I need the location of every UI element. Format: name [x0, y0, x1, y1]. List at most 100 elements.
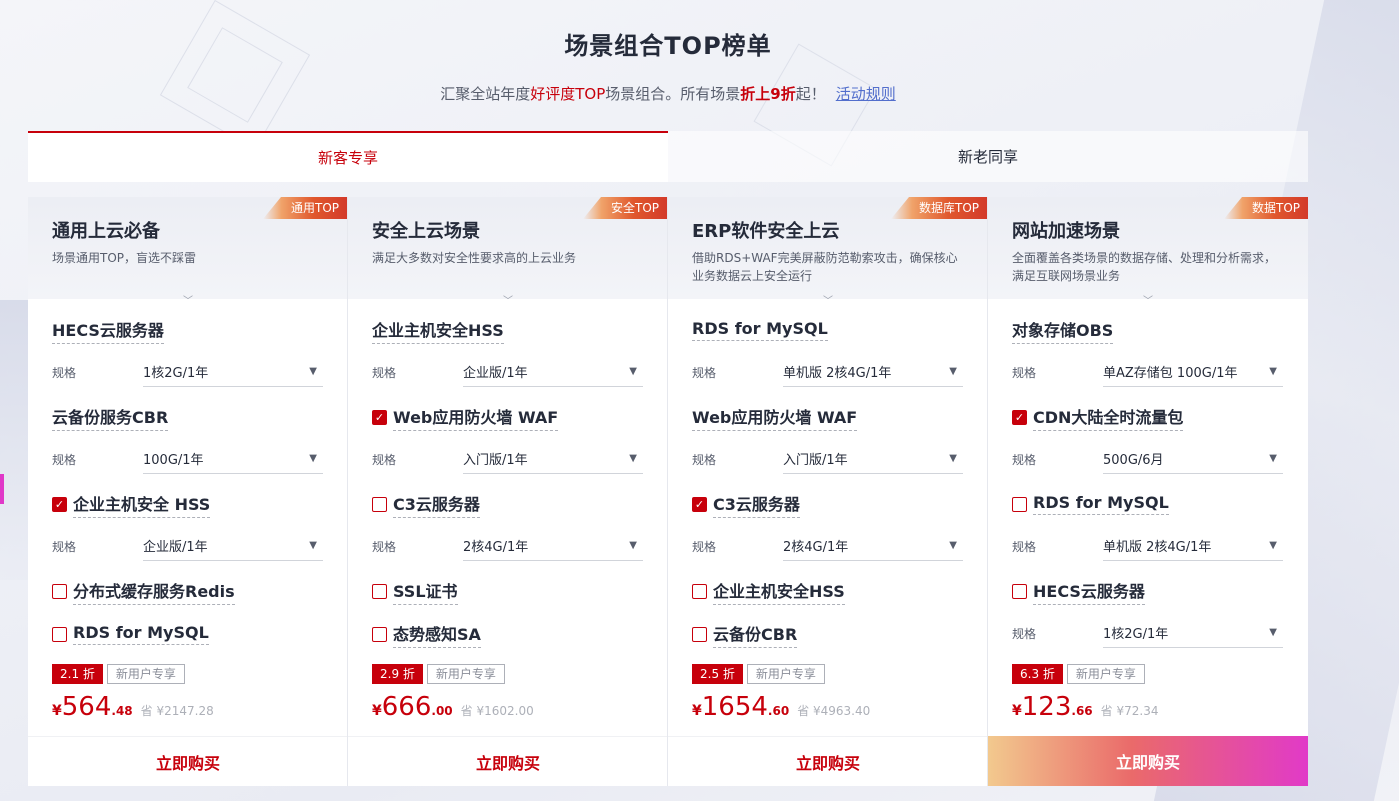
product-item: 企业主机安全HSS: [692, 578, 963, 605]
product-name: 云备份CBR: [713, 621, 798, 648]
customer-tabs: 新客专享 新老同享: [28, 131, 1308, 182]
scenario-card: 数据库TOP ERP软件安全上云 借助RDS+WAF完美屏蔽防范勒索攻击，确保核心业…: [668, 197, 988, 786]
subtitle-text: 汇聚全站年度: [440, 85, 531, 103]
spec-value: 企业版/1年: [143, 540, 208, 555]
spec-select[interactable]: 单AZ存储包 100G/1年 ▼: [1103, 357, 1283, 387]
currency-symbol: ¥: [372, 703, 382, 719]
subtitle-text: 起！: [795, 85, 826, 103]
price-decimal: .66: [1071, 704, 1093, 718]
product-item: HECS云服务器: [52, 317, 323, 344]
card-header: 通用TOP 通用上云必备 场景通用TOP，盲选不踩雷 ﹀: [28, 197, 347, 307]
spec-select[interactable]: 单机版 2核4G/1年 ▼: [1103, 531, 1283, 561]
product-checkbox[interactable]: [52, 626, 67, 642]
buy-now-button[interactable]: 立即购买: [668, 736, 987, 786]
product-item: 态势感知SA: [372, 621, 643, 648]
card-body: 企业主机安全HSS规格企业版/1年▼Web应用防火墙 WAF规格入门版/1年▼C…: [348, 299, 667, 648]
product-name: 对象存储OBS: [1012, 317, 1114, 344]
spec-value: 1核2G/1年: [1103, 627, 1169, 642]
new-user-badge: 新用户专享: [1066, 664, 1145, 684]
spec-select[interactable]: 单机版 2核4G/1年 ▼: [783, 357, 963, 387]
discount-badge: 2.9 折: [372, 664, 423, 684]
subtitle-highlight: 好评度TOP: [530, 85, 606, 103]
product-item: 企业主机安全 HSS: [52, 491, 323, 518]
spec-label: 规格: [372, 365, 397, 380]
product-checkbox[interactable]: [692, 583, 707, 599]
buy-now-button[interactable]: 立即购买: [28, 736, 347, 786]
buy-now-button[interactable]: 立即购买: [988, 736, 1308, 786]
spec-value: 1核2G/1年: [143, 366, 209, 381]
chevron-down-icon: ﹀: [823, 296, 833, 307]
product-name: 云备份服务CBR: [52, 404, 169, 431]
product-checkbox[interactable]: [372, 409, 387, 425]
price: ¥666.00 省 ¥1602.00: [372, 692, 534, 722]
product-checkbox[interactable]: [692, 626, 707, 642]
spec-select[interactable]: 100G/1年 ▼: [143, 444, 323, 474]
price-integer: 564: [61, 692, 112, 722]
product-name: RDS for MySQL: [1033, 493, 1169, 515]
product-name: Web应用防火墙 WAF: [692, 404, 858, 431]
chevron-down-icon: ﹀: [503, 296, 513, 307]
spec-value: 入门版/1年: [463, 453, 528, 468]
product-name: 企业主机安全HSS: [372, 317, 504, 344]
product-checkbox[interactable]: [372, 626, 387, 642]
price-block: 6.3 折新用户专享 ¥123.66 省 ¥72.34: [1012, 664, 1158, 722]
rules-link[interactable]: 活动规则: [836, 85, 896, 103]
caret-down-icon: ▼: [629, 366, 637, 377]
price-integer: 666: [381, 692, 432, 722]
product-checkbox[interactable]: [1012, 409, 1027, 425]
top-badge: 通用TOP: [262, 197, 347, 219]
product-checkbox[interactable]: [372, 496, 387, 512]
spec-select[interactable]: 500G/6月 ▼: [1103, 444, 1283, 474]
tags: 2.9 折新用户专享: [372, 664, 534, 684]
tab-all-customers[interactable]: 新老同享: [668, 131, 1308, 182]
product-checkbox[interactable]: [52, 583, 67, 599]
spec-select[interactable]: 2核4G/1年 ▼: [783, 531, 963, 561]
product-name: C3云服务器: [393, 491, 480, 518]
product-item: 企业主机安全HSS: [372, 317, 643, 344]
chevron-down-icon: ﹀: [183, 296, 193, 307]
spec-row: 规格 入门版/1年 ▼: [692, 439, 963, 479]
top-badge: 安全TOP: [582, 197, 667, 219]
side-float-tab[interactable]: [0, 474, 4, 504]
caret-down-icon: ▼: [949, 453, 957, 464]
buy-now-button[interactable]: 立即购买: [348, 736, 667, 786]
product-checkbox[interactable]: [52, 496, 67, 512]
page-title: 场景组合TOP榜单: [564, 32, 772, 60]
spec-value: 单机版 2核4G/1年: [1103, 540, 1212, 555]
spec-value: 单AZ存储包 100G/1年: [1103, 366, 1238, 381]
spec-select[interactable]: 1核2G/1年 ▼: [143, 357, 323, 387]
price-decimal: .48: [111, 704, 133, 718]
product-name: C3云服务器: [713, 491, 800, 518]
caret-down-icon: ▼: [949, 540, 957, 551]
discount-badge: 6.3 折: [1012, 664, 1063, 684]
spec-label: 规格: [1012, 452, 1037, 467]
product-name: 企业主机安全 HSS: [73, 491, 211, 518]
spec-select[interactable]: 1核2G/1年 ▼: [1103, 618, 1283, 648]
spec-select[interactable]: 入门版/1年 ▼: [463, 444, 643, 474]
discount-badge: 2.1 折: [52, 664, 103, 684]
product-checkbox[interactable]: [692, 496, 707, 512]
price-integer: 1654: [701, 692, 768, 722]
spec-select[interactable]: 企业版/1年 ▼: [463, 357, 643, 387]
new-user-badge: 新用户专享: [746, 664, 825, 684]
spec-row: 规格 1核2G/1年 ▼: [1012, 613, 1284, 653]
caret-down-icon: ▼: [309, 366, 317, 377]
spec-select[interactable]: 入门版/1年 ▼: [783, 444, 963, 474]
tab-new-customer[interactable]: 新客专享: [28, 131, 668, 182]
spec-row: 规格 企业版/1年 ▼: [372, 352, 643, 392]
product-name: CDN大陆全时流量包: [1033, 404, 1184, 431]
product-name: RDS for MySQL: [73, 623, 209, 645]
card-description: 场景通用TOP，盲选不踩雷: [52, 251, 197, 265]
spec-select[interactable]: 2核4G/1年 ▼: [463, 531, 643, 561]
product-checkbox[interactable]: [1012, 496, 1027, 512]
price: ¥123.66 省 ¥72.34: [1012, 692, 1158, 722]
spec-value: 入门版/1年: [783, 453, 848, 468]
product-checkbox[interactable]: [372, 583, 387, 599]
card-description: 满足大多数对安全性要求高的上云业务: [372, 251, 577, 265]
card-title: 安全上云场景: [372, 221, 480, 242]
card-header: 数据TOP 网站加速场景 全面覆盖各类场景的数据存储、处理和分析需求，满足互联网场景…: [988, 197, 1308, 307]
spec-select[interactable]: 企业版/1年 ▼: [143, 531, 323, 561]
product-item: RDS for MySQL: [692, 317, 963, 343]
savings-amount: 省 ¥4963.40: [797, 704, 871, 718]
product-checkbox[interactable]: [1012, 583, 1027, 599]
